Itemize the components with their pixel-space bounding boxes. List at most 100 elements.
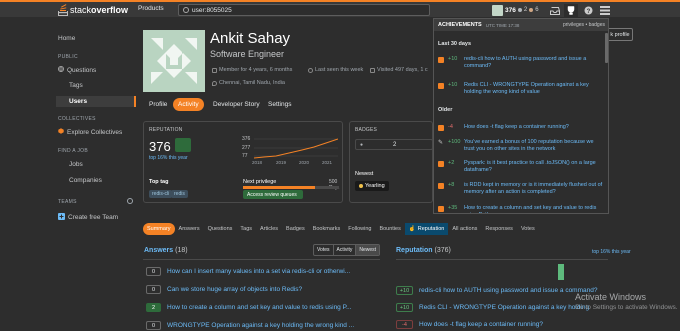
newest-badge[interactable]: Yearling (355, 181, 389, 191)
graph-tick-x: 2020 (299, 160, 310, 165)
answer-score: 0 (146, 321, 161, 330)
subnav-answers[interactable]: Answers (175, 223, 204, 235)
bronze-count: 6 (535, 7, 539, 13)
badges-card: BADGES ● 2 Newest Yearling (349, 121, 433, 203)
newest-badge-label: Newest (355, 171, 374, 177)
edit-profile-button[interactable]: k profile (607, 28, 633, 41)
subnav-summary[interactable]: Summary (143, 223, 175, 235)
achievements-dropdown: ACHIEVEMENTS UTC TIME 17:38 privileges •… (433, 18, 609, 214)
answer-title[interactable]: How can I insert many values into a set … (167, 268, 350, 275)
sort-newest[interactable]: Newest (356, 245, 380, 255)
silver-badge-icon (517, 8, 522, 12)
tag-redis[interactable]: redis (171, 190, 188, 198)
silver-badge-count: 2 (393, 141, 397, 148)
subnav-questions[interactable]: Questions (204, 223, 237, 235)
achievement-item[interactable]: ✎ +100 You've earned a bonus of 100 repu… (438, 139, 604, 153)
subnav-tags[interactable]: Tags (236, 223, 256, 235)
site-switcher-icon[interactable] (598, 4, 612, 17)
answer-title[interactable]: WRONGTYPE Operation against a key holdin… (167, 322, 354, 329)
list-item[interactable]: 0 WRONGTYPE Operation against a key hold… (146, 320, 354, 331)
subnav-all-actions[interactable]: All actions (448, 223, 481, 235)
rep-title[interactable]: redis-cli how to AUTH using password and… (419, 287, 597, 294)
user-card[interactable]: 376 2 6 (492, 3, 539, 17)
list-item[interactable]: 0 Can we store huge array of objects int… (146, 284, 302, 295)
list-item[interactable]: 0 How can I insert many values into a se… (146, 266, 350, 277)
products-menu[interactable]: Products (138, 5, 164, 12)
achievement-score: +100 (448, 139, 461, 145)
achievement-item[interactable]: +8 is RDD kept in memory or is it immedi… (438, 182, 604, 196)
achievement-item[interactable]: +35 How to create a column and set key a… (438, 205, 604, 213)
achievement-score: +35 (448, 205, 458, 211)
search-icon (183, 7, 189, 13)
dropdown-section: Older (438, 107, 453, 113)
nav-questions[interactable]: Questions (58, 66, 96, 74)
visited-text: Visited 497 days, 1 c (377, 67, 428, 73)
member-since: Member for 4 years, 6 months (212, 67, 292, 73)
subnav-following[interactable]: Following (344, 223, 375, 235)
nav-tags[interactable]: Tags (69, 82, 83, 89)
answer-title[interactable]: How to create a column and set key and v… (167, 304, 352, 311)
reputation-title[interactable]: Reputation (376) (396, 247, 451, 254)
list-item[interactable]: +10 Redis CLI - WRONGTYPE Operation agai… (396, 302, 589, 313)
subnav-reputation[interactable]: ☝ Reputation (404, 223, 449, 235)
rep-delta: -4 (396, 320, 413, 329)
list-item[interactable]: -4 How does -t flag keep a container run… (396, 319, 543, 330)
access-review-badge[interactable]: Access review queues (243, 190, 303, 199)
subnav-articles[interactable]: Articles (256, 223, 282, 235)
dropdown-scrollbar[interactable] (605, 33, 608, 63)
nav-companies[interactable]: Companies (69, 177, 102, 184)
list-item[interactable]: +10 redis-cli how to AUTH using password… (396, 285, 597, 296)
answers-list: 0 How can I insert many values into a se… (143, 259, 380, 330)
reputation-tooltip-icon: ☝ (408, 226, 416, 232)
nav-home[interactable]: Home (58, 35, 75, 42)
nav-explore-collectives-label: Explore Collectives (67, 128, 123, 136)
subnav-responses[interactable]: Responses (481, 223, 517, 235)
tab-profile[interactable]: Profile (144, 98, 172, 111)
subnav-badges[interactable]: Badges (282, 223, 309, 235)
nav-jobs[interactable]: Jobs (69, 161, 83, 168)
list-item[interactable]: 2 How to create a column and set key and… (146, 302, 352, 313)
subnav-bounties[interactable]: Bounties (375, 223, 404, 235)
nav-users[interactable]: Users (69, 98, 87, 105)
location-text: Chennai, Tamil Nadu, India (219, 80, 285, 86)
nav-questions-label: Questions (67, 66, 97, 74)
nav-section-teams: TEAMS (58, 199, 77, 205)
nav-explore-collectives[interactable]: Explore Collectives (58, 128, 122, 136)
tab-developer-story[interactable]: Developer Story (208, 98, 265, 111)
answers-title[interactable]: Answers (18) (144, 247, 188, 254)
newest-badge-name: Yearling (365, 183, 385, 189)
nav-active-indicator (56, 96, 136, 107)
achievement-item[interactable]: -4 How does -t flag keep a container run… (438, 124, 604, 131)
sort-votes[interactable]: Votes (314, 245, 334, 255)
achievement-score: +10 (448, 82, 458, 88)
rep-delta: +10 (396, 303, 413, 312)
next-privilege-label: Next privilege (243, 179, 277, 185)
tab-settings[interactable]: Settings (263, 98, 297, 111)
team-icon (58, 213, 65, 222)
achievements-icon[interactable] (564, 4, 578, 17)
dropdown-links[interactable]: privileges • badges (563, 22, 605, 28)
info-icon[interactable] (127, 198, 133, 204)
svg-text:?: ? (586, 9, 590, 15)
privilege-progress-fill (243, 186, 315, 189)
reputation-top[interactable]: top 16% this year (149, 155, 188, 161)
nav-create-team[interactable]: Create free Team (58, 213, 118, 222)
nav-section-collectives: COLLECTIVES (58, 116, 96, 122)
subnav-bookmarks[interactable]: Bookmarks (309, 223, 345, 235)
achievement-item[interactable]: +2 Pyspark: is it best practice to call … (438, 160, 604, 174)
help-icon[interactable]: ? (581, 4, 595, 17)
achievement-item[interactable]: +10 Redis CLI - WRONGTYPE Operation agai… (438, 82, 604, 96)
search-input[interactable]: user:8055025 (178, 4, 430, 16)
answer-title[interactable]: Can we store huge array of objects into … (167, 286, 302, 293)
rep-title[interactable]: Redis CLI - WRONGTYPE Operation against … (419, 304, 589, 311)
achievement-item[interactable]: +10 redis-cli how to AUTH using password… (438, 56, 604, 70)
reputation-list-top[interactable]: top 16% this year (592, 249, 631, 255)
sort-activity[interactable]: Activity (334, 245, 357, 255)
stackoverflow-logo[interactable]: stack overflow (58, 3, 128, 17)
graph-tick-x: 2021 (322, 160, 333, 165)
inbox-icon[interactable] (548, 4, 562, 17)
graph-tick-x: 2018 (252, 160, 263, 165)
subnav-votes[interactable]: Votes (517, 223, 539, 235)
tag-redis-cli[interactable]: redis-cli (149, 190, 173, 198)
tab-activity[interactable]: Activity (173, 98, 204, 111)
